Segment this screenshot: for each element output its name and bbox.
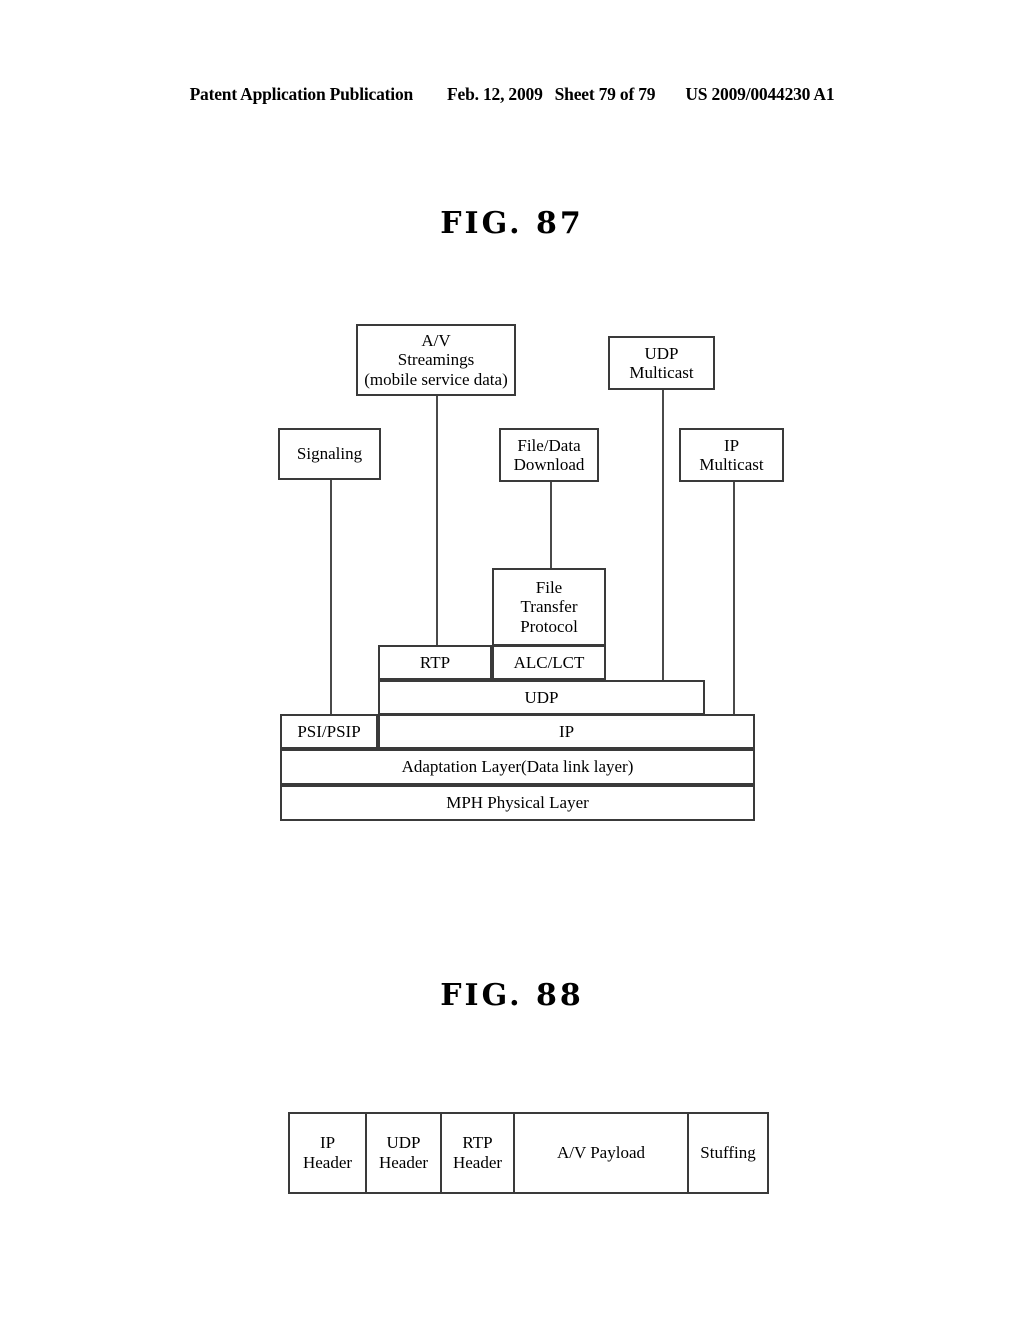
connector-udp-multicast-to-udp (662, 390, 664, 684)
publication-header: Patent Application Publication Feb. 12, … (0, 84, 1024, 114)
box-ip-multicast: IP Multicast (679, 428, 784, 482)
packet-cell-rtp-header-line2: Header (452, 1153, 503, 1172)
box-file-data-download-line1: File/Data (517, 435, 581, 455)
box-av-streamings-line1: A/V (421, 331, 451, 351)
box-av-streamings-line3: (mobile service data) (364, 369, 508, 389)
packet-cell-rtp-header: RTP Header (442, 1114, 515, 1192)
box-rtp-line1: RTP (419, 652, 451, 672)
box-mph-physical-layer-line1: MPH Physical Layer (446, 793, 589, 813)
box-file-transfer-protocol-line3: Protocol (520, 616, 578, 636)
packet-cell-ip-header: IP Header (290, 1114, 367, 1192)
sheet-number: Sheet 79 of 79 (554, 84, 656, 104)
packet-cell-rtp-header-line1: RTP (462, 1133, 493, 1153)
packet-cell-udp-header-line2: Header (378, 1153, 429, 1172)
connector-signaling-to-psi-psip (330, 470, 332, 726)
box-file-transfer-protocol-line2: Transfer (520, 597, 578, 617)
packet-cell-av-payload: A/V Payload (515, 1114, 689, 1192)
box-alc-lct-line1: ALC/LCT (513, 652, 585, 672)
box-signaling: Signaling (278, 428, 381, 480)
box-udp-multicast: UDP Multicast (608, 336, 715, 390)
packet-cell-stuffing: Stuffing (689, 1114, 767, 1192)
packet-structure-table: IP Header UDP Header RTP Header A/V Payl… (288, 1112, 769, 1194)
box-av-streamings-line2: Streamings (397, 350, 475, 370)
packet-cell-udp-header: UDP Header (367, 1114, 442, 1192)
publication-date: Feb. 12, 2009 (447, 84, 543, 104)
box-file-transfer-protocol: File Transfer Protocol (492, 568, 606, 646)
box-psi-psip: PSI/PSIP (280, 714, 378, 749)
packet-cell-ip-header-line2: Header (302, 1153, 353, 1172)
box-file-data-download-line2: Download (513, 455, 585, 474)
box-udp-multicast-line1: UDP (644, 343, 679, 363)
box-av-streamings: A/V Streamings (mobile service data) (356, 324, 516, 396)
box-alc-lct: ALC/LCT (492, 645, 606, 680)
fig88-title: FIG. 88 (440, 978, 584, 1013)
packet-cell-stuffing-line1: Stuffing (700, 1143, 756, 1163)
box-udp-line1: UDP (524, 687, 559, 707)
box-mph-physical-layer: MPH Physical Layer (280, 785, 755, 821)
box-file-data-download: File/Data Download (499, 428, 599, 482)
box-adaptation-layer: Adaptation Layer(Data link layer) (280, 749, 755, 785)
publication-label: Patent Application Publication (189, 84, 414, 104)
box-udp-multicast-line2: Multicast (629, 363, 694, 382)
box-ip-multicast-line1: IP (723, 435, 740, 455)
box-psi-psip-line1: PSI/PSIP (297, 721, 361, 741)
box-rtp: RTP (378, 645, 492, 680)
fig87-title: FIG. 87 (440, 206, 584, 241)
box-file-transfer-protocol-line1: File (535, 578, 563, 598)
box-signaling-line1: Signaling (296, 444, 363, 464)
box-ip-multicast-line2: Multicast (699, 455, 764, 474)
patent-sheet-page: Patent Application Publication Feb. 12, … (0, 0, 1024, 1320)
box-ip: IP (378, 714, 755, 749)
box-adaptation-layer-line1: Adaptation Layer(Data link layer) (401, 757, 634, 777)
box-udp: UDP (378, 680, 705, 715)
packet-cell-ip-header-line1: IP (319, 1133, 336, 1153)
packet-cell-av-payload-line1: A/V Payload (557, 1143, 645, 1163)
connector-ip-multicast-to-ip (733, 474, 735, 718)
connector-av-streamings-to-rtp (436, 386, 438, 648)
patent-number: US 2009/0044230 A1 (685, 84, 835, 104)
connector-file-data-download-to-ftp (550, 472, 552, 570)
box-ip-line1: IP (558, 721, 575, 741)
packet-cell-udp-header-line1: UDP (386, 1133, 421, 1153)
